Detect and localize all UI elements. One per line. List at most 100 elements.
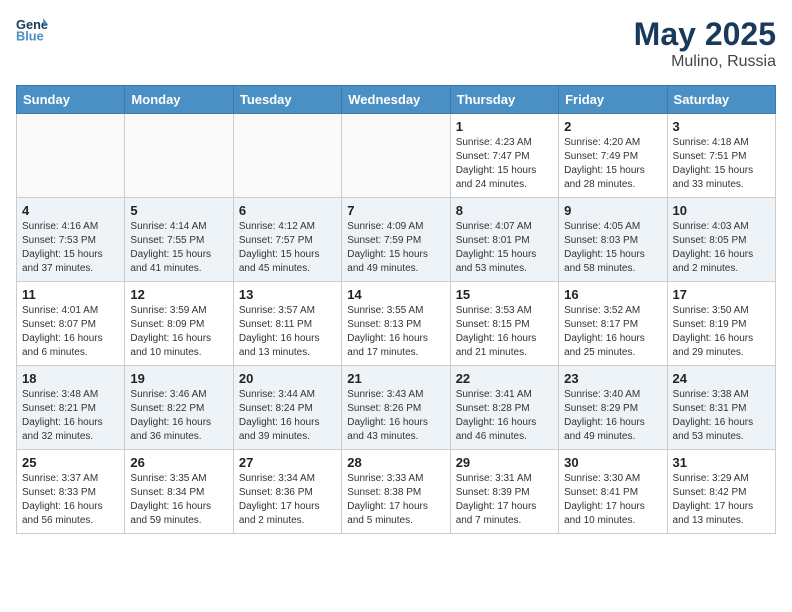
day-number: 5 — [130, 203, 227, 218]
logo: General Blue — [16, 16, 48, 44]
day-number: 25 — [22, 455, 119, 470]
day-info: Sunrise: 3:29 AM Sunset: 8:42 PM Dayligh… — [673, 472, 770, 528]
day-number: 16 — [564, 287, 661, 302]
day-info: Sunrise: 3:33 AM Sunset: 8:38 PM Dayligh… — [347, 472, 444, 528]
day-number: 14 — [347, 287, 444, 302]
calendar-day-cell: 28 Sunrise: 3:33 AM Sunset: 8:38 PM Dayli… — [342, 450, 450, 534]
day-number: 4 — [22, 203, 119, 218]
day-number: 18 — [22, 371, 119, 386]
day-number: 17 — [673, 287, 770, 302]
day-info: Sunrise: 3:38 AM Sunset: 8:31 PM Dayligh… — [673, 388, 770, 444]
calendar-day-cell: 16 Sunrise: 3:52 AM Sunset: 8:17 PM Dayli… — [559, 282, 667, 366]
day-info: Sunrise: 4:14 AM Sunset: 7:55 PM Dayligh… — [130, 220, 227, 276]
weekday-header-monday: Monday — [125, 86, 233, 114]
calendar-day-cell: 24 Sunrise: 3:38 AM Sunset: 8:31 PM Dayli… — [667, 366, 775, 450]
calendar-day-cell: 25 Sunrise: 3:37 AM Sunset: 8:33 PM Dayli… — [17, 450, 125, 534]
calendar-day-cell: 21 Sunrise: 3:43 AM Sunset: 8:26 PM Dayli… — [342, 366, 450, 450]
day-number: 6 — [239, 203, 336, 218]
calendar-day-cell: 2 Sunrise: 4:20 AM Sunset: 7:49 PM Daylig… — [559, 114, 667, 198]
day-info: Sunrise: 4:18 AM Sunset: 7:51 PM Dayligh… — [673, 136, 770, 192]
day-info: Sunrise: 3:41 AM Sunset: 8:28 PM Dayligh… — [456, 388, 553, 444]
calendar-day-cell: 29 Sunrise: 3:31 AM Sunset: 8:39 PM Dayli… — [450, 450, 558, 534]
day-info: Sunrise: 3:31 AM Sunset: 8:39 PM Dayligh… — [456, 472, 553, 528]
day-info: Sunrise: 3:40 AM Sunset: 8:29 PM Dayligh… — [564, 388, 661, 444]
weekday-header-wednesday: Wednesday — [342, 86, 450, 114]
calendar-day-cell — [342, 114, 450, 198]
calendar-week-row: 18 Sunrise: 3:48 AM Sunset: 8:21 PM Dayli… — [17, 366, 776, 450]
day-number: 20 — [239, 371, 336, 386]
calendar-day-cell: 8 Sunrise: 4:07 AM Sunset: 8:01 PM Daylig… — [450, 198, 558, 282]
day-info: Sunrise: 4:01 AM Sunset: 8:07 PM Dayligh… — [22, 304, 119, 360]
day-info: Sunrise: 3:43 AM Sunset: 8:26 PM Dayligh… — [347, 388, 444, 444]
day-info: Sunrise: 3:55 AM Sunset: 8:13 PM Dayligh… — [347, 304, 444, 360]
day-number: 31 — [673, 455, 770, 470]
calendar-day-cell: 30Sunrise: 3:30 AM Sunset: 8:41 PM Dayli… — [559, 450, 667, 534]
day-info: Sunrise: 4:05 AM Sunset: 8:03 PM Dayligh… — [564, 220, 661, 276]
calendar-day-cell: 7 Sunrise: 4:09 AM Sunset: 7:59 PM Daylig… — [342, 198, 450, 282]
day-info: Sunrise: 3:57 AM Sunset: 8:11 PM Dayligh… — [239, 304, 336, 360]
day-info: Sunrise: 4:09 AM Sunset: 7:59 PM Dayligh… — [347, 220, 444, 276]
day-number: 11 — [22, 287, 119, 302]
day-info: Sunrise: 3:44 AM Sunset: 8:24 PM Dayligh… — [239, 388, 336, 444]
day-number: 26 — [130, 455, 227, 470]
day-info: Sunrise: 4:20 AM Sunset: 7:49 PM Dayligh… — [564, 136, 661, 192]
calendar-week-row: 25 Sunrise: 3:37 AM Sunset: 8:33 PM Dayli… — [17, 450, 776, 534]
calendar-day-cell — [17, 114, 125, 198]
calendar-day-cell: 13 Sunrise: 3:57 AM Sunset: 8:11 PM Dayli… — [233, 282, 341, 366]
calendar-day-cell: 11 Sunrise: 4:01 AM Sunset: 8:07 PM Dayli… — [17, 282, 125, 366]
day-info: Sunrise: 4:07 AM Sunset: 8:01 PM Dayligh… — [456, 220, 553, 276]
month-title: May 2025 — [634, 16, 776, 53]
day-info: Sunrise: 4:12 AM Sunset: 7:57 PM Dayligh… — [239, 220, 336, 276]
day-info: Sunrise: 3:59 AM Sunset: 8:09 PM Dayligh… — [130, 304, 227, 360]
day-info: Sunrise: 3:50 AM Sunset: 8:19 PM Dayligh… — [673, 304, 770, 360]
calendar-day-cell: 17 Sunrise: 3:50 AM Sunset: 8:19 PM Dayli… — [667, 282, 775, 366]
location: Mulino, Russia — [634, 53, 776, 71]
calendar-day-cell: 10 Sunrise: 4:03 AM Sunset: 8:05 PM Dayli… — [667, 198, 775, 282]
day-number: 30 — [564, 455, 661, 470]
weekday-header-sunday: Sunday — [17, 86, 125, 114]
calendar-day-cell: 22 Sunrise: 3:41 AM Sunset: 8:28 PM Dayli… — [450, 366, 558, 450]
day-info: Sunrise: 3:34 AM Sunset: 8:36 PM Dayligh… — [239, 472, 336, 528]
day-info: Sunrise: 3:35 AM Sunset: 8:34 PM Dayligh… — [130, 472, 227, 528]
calendar-day-cell: 19Sunrise: 3:46 AM Sunset: 8:22 PM Dayli… — [125, 366, 233, 450]
day-info: Sunrise: 4:16 AM Sunset: 7:53 PM Dayligh… — [22, 220, 119, 276]
day-number: 22 — [456, 371, 553, 386]
weekday-header-friday: Friday — [559, 86, 667, 114]
weekday-header-tuesday: Tuesday — [233, 86, 341, 114]
day-number: 23 — [564, 371, 661, 386]
page-header: General Blue May 2025 Mulino, Russia — [16, 16, 776, 71]
day-info: Sunrise: 3:37 AM Sunset: 8:33 PM Dayligh… — [22, 472, 119, 528]
day-number: 9 — [564, 203, 661, 218]
day-number: 13 — [239, 287, 336, 302]
calendar-day-cell: 15 Sunrise: 3:53 AM Sunset: 8:15 PM Dayli… — [450, 282, 558, 366]
day-number: 7 — [347, 203, 444, 218]
calendar-day-cell: 6 Sunrise: 4:12 AM Sunset: 7:57 PM Daylig… — [233, 198, 341, 282]
day-info: Sunrise: 4:03 AM Sunset: 8:05 PM Dayligh… — [673, 220, 770, 276]
day-number: 3 — [673, 119, 770, 134]
calendar-day-cell: 12Sunrise: 3:59 AM Sunset: 8:09 PM Dayli… — [125, 282, 233, 366]
day-number: 28 — [347, 455, 444, 470]
calendar-day-cell: 1Sunrise: 4:23 AM Sunset: 7:47 PM Daylig… — [450, 114, 558, 198]
day-number: 21 — [347, 371, 444, 386]
calendar-day-cell: 9 Sunrise: 4:05 AM Sunset: 8:03 PM Daylig… — [559, 198, 667, 282]
day-number: 10 — [673, 203, 770, 218]
day-number: 8 — [456, 203, 553, 218]
day-number: 2 — [564, 119, 661, 134]
weekday-header-thursday: Thursday — [450, 86, 558, 114]
day-info: Sunrise: 3:48 AM Sunset: 8:21 PM Dayligh… — [22, 388, 119, 444]
day-info: Sunrise: 4:23 AM Sunset: 7:47 PM Dayligh… — [456, 136, 553, 192]
calendar-day-cell: 23 Sunrise: 3:40 AM Sunset: 8:29 PM Dayli… — [559, 366, 667, 450]
day-info: Sunrise: 3:53 AM Sunset: 8:15 PM Dayligh… — [456, 304, 553, 360]
title-block: May 2025 Mulino, Russia — [634, 16, 776, 71]
calendar-week-row: 11 Sunrise: 4:01 AM Sunset: 8:07 PM Dayli… — [17, 282, 776, 366]
day-info: Sunrise: 3:52 AM Sunset: 8:17 PM Dayligh… — [564, 304, 661, 360]
calendar-week-row: 1Sunrise: 4:23 AM Sunset: 7:47 PM Daylig… — [17, 114, 776, 198]
day-number: 24 — [673, 371, 770, 386]
day-number: 15 — [456, 287, 553, 302]
calendar-header-row: SundayMondayTuesdayWednesdayThursdayFrid… — [17, 86, 776, 114]
calendar-day-cell: 27 Sunrise: 3:34 AM Sunset: 8:36 PM Dayli… — [233, 450, 341, 534]
calendar-day-cell: 31 Sunrise: 3:29 AM Sunset: 8:42 PM Dayli… — [667, 450, 775, 534]
day-number: 29 — [456, 455, 553, 470]
svg-text:Blue: Blue — [16, 28, 44, 43]
day-number: 27 — [239, 455, 336, 470]
